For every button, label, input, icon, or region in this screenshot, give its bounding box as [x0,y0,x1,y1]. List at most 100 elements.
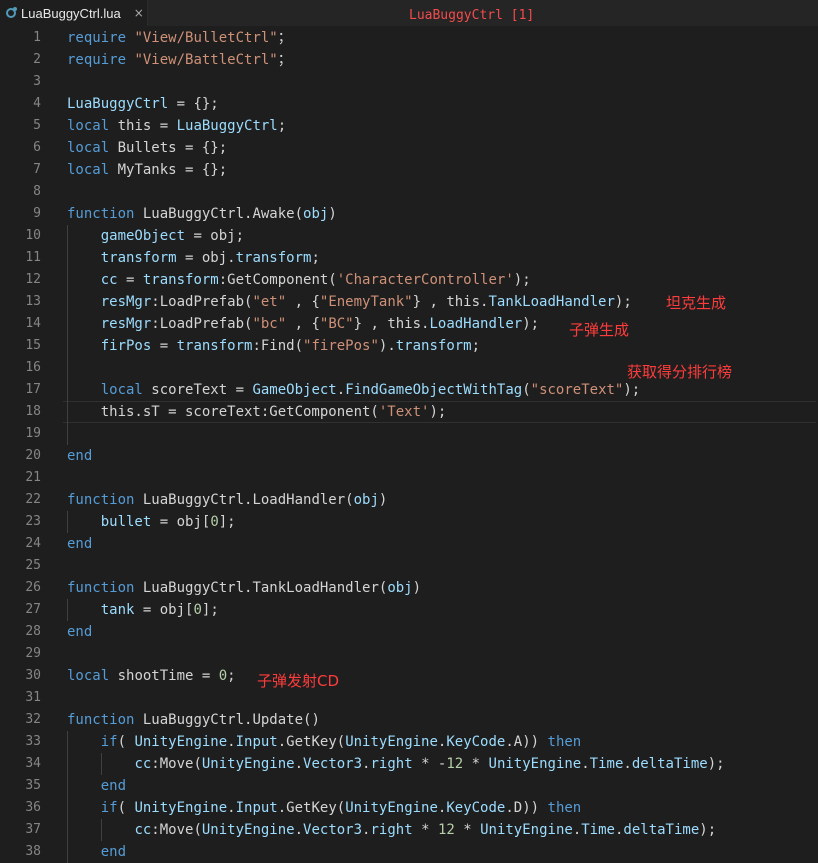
code-editor[interactable]: 1 require "View/BulletCtrl"； 2 require "Vie… [0,27,818,863]
code-token: * [412,822,438,838]
annotation-tank-spawn: 坦克生成 [666,294,727,312]
code-line[interactable]: 21 [0,467,818,489]
code-token: "View/BattleCtrl" [126,52,278,68]
code-line[interactable]: 26 function LuaBuggyCtrl.TankLoadHandler(… [0,577,818,599]
code-text: this.sT = scoreText:GetComponent('Text')… [67,401,447,423]
line-number: 38 [25,844,41,859]
code-line[interactable]: 11 transform = obj.transform; [0,247,818,269]
code-token: end [100,844,127,860]
code-token: LoadHandler [429,316,523,332]
code-token: ]; [201,602,219,618]
code-line[interactable]: 30 local shootTime = 0; [0,665,818,687]
code-token: ); [699,822,717,838]
code-token: = obj[ [151,514,211,530]
code-token: local [67,118,110,134]
code-line[interactable]: 22 function LuaBuggyCtrl.LoadHandler(obj) [0,489,818,511]
code-token: :Move( [151,822,202,838]
code-line[interactable]: 12 cc = transform:GetComponent('Characte… [0,269,818,291]
code-line[interactable]: 24 end [0,533,818,555]
line-number: 36 [25,800,41,815]
code-line[interactable]: 34 cc:Move(UnityEngine.Vector3.right * -… [0,753,818,775]
code-text: local this = LuaBuggyCtrl; [67,115,286,137]
line-number: 19 [25,426,41,441]
code-token: resMgr [100,316,152,332]
code-token: "bc" [252,316,287,332]
code-line[interactable]: 35 end [0,775,818,797]
code-token: 0 [193,602,202,618]
close-icon[interactable]: × [134,6,144,20]
code-token: . [294,822,304,838]
code-token: . [623,756,632,772]
code-token: LuaBuggyCtrl.LoadHandler( [134,492,354,508]
code-text: tank = obj[0]; [67,599,219,621]
code-line[interactable]: 2 require "View/BattleCtrl"； [0,49,818,71]
code-line[interactable]: 10 gameObject = obj; [0,225,818,247]
code-line[interactable]: 36 if( UnityEngine.Input.GetKey(UnityEng… [0,797,818,819]
code-token: 'Text' [378,404,430,420]
code-token: transform [176,338,253,354]
code-line[interactable]: 7 local MyTanks = {}; [0,159,818,181]
code-line[interactable]: 5 local this = LuaBuggyCtrl; [0,115,818,137]
code-token: ); [513,272,531,288]
code-token: local [67,668,110,684]
code-text: firPos = transform:Find("firePos").trans… [67,335,480,357]
code-token: LuaBuggyCtrl.TankLoadHandler( [134,580,388,596]
code-line[interactable]: 38 end [0,841,818,863]
code-line[interactable]: 6 local Bullets = {}; [0,137,818,159]
code-token: end [67,536,93,552]
code-text: cc = transform:GetComponent('CharacterCo… [67,269,531,291]
code-line[interactable]: 1 require "View/BulletCtrl"； [0,27,818,49]
code-line[interactable]: 25 [0,555,818,577]
code-text: resMgr:LoadPrefab("bc" , {"BC"} , this.L… [67,313,539,335]
code-token: LuaBuggyCtrl [67,96,169,112]
code-line[interactable]: 20 end [0,445,818,467]
tab-luabuggyctrl[interactable]: LuaBuggyCtrl.lua × [0,0,148,26]
code-line[interactable]: 29 [0,643,818,665]
line-number: 13 [25,294,41,309]
code-line[interactable]: 32 function LuaBuggyCtrl.Update() [0,709,818,731]
code-line[interactable]: 9 function LuaBuggyCtrl.Awake(obj) [0,203,818,225]
code-line[interactable]: 8 [0,181,818,203]
code-text: function LuaBuggyCtrl.LoadHandler(obj) [67,489,387,511]
code-line[interactable]: 19 [0,423,818,445]
tab-bar: LuaBuggyCtrl.lua × LuaBuggyCtrl [1] [0,0,818,27]
code-token: resMgr [100,294,152,310]
code-token: UnityEngine [134,734,228,750]
code-token: transform [395,338,472,354]
code-token: . [227,734,236,750]
code-text: end [67,841,126,863]
code-line[interactable]: 31 [0,687,818,709]
code-line[interactable]: 17 local scoreText = GameObject.FindGame… [0,379,818,401]
code-token: ) [412,580,422,596]
code-line[interactable]: 28 end [0,621,818,643]
code-line[interactable]: 3 [0,71,818,93]
code-line[interactable]: 23 bullet = obj[0]; [0,511,818,533]
code-line[interactable]: 33 if( UnityEngine.Input.GetKey(UnityEng… [0,731,818,753]
code-token: obj [303,206,329,222]
code-line[interactable]: 27 tank = obj[0]; [0,599,818,621]
code-line[interactable]: 37 cc:Move(UnityEngine.Vector3.right * 1… [0,819,818,841]
code-line[interactable]: 14 resMgr:LoadPrefab("bc" , {"BC"} , thi… [0,313,818,335]
code-token: "firePos" [303,338,379,354]
code-token: .GetKey( [277,800,346,816]
code-line[interactable]: 4 LuaBuggyCtrl = {}; [0,93,818,115]
line-number: 6 [33,140,41,155]
code-line[interactable]: 18 this.sT = scoreText:GetComponent('Tex… [0,401,818,423]
line-number: 1 [33,30,41,45]
line-number: 3 [33,74,41,89]
code-token: cc [134,756,152,772]
code-token: UnityEngine [480,822,573,838]
code-line[interactable]: 15 firPos = transform:Find("firePos").tr… [0,335,818,357]
line-number: 7 [33,162,41,177]
code-text: require "View/BulletCtrl"； [67,27,292,49]
code-token: "EnemyTank" [319,294,413,310]
code-token: function [67,580,135,596]
code-token: "scoreText" [530,382,624,398]
code-token: local [67,140,110,156]
